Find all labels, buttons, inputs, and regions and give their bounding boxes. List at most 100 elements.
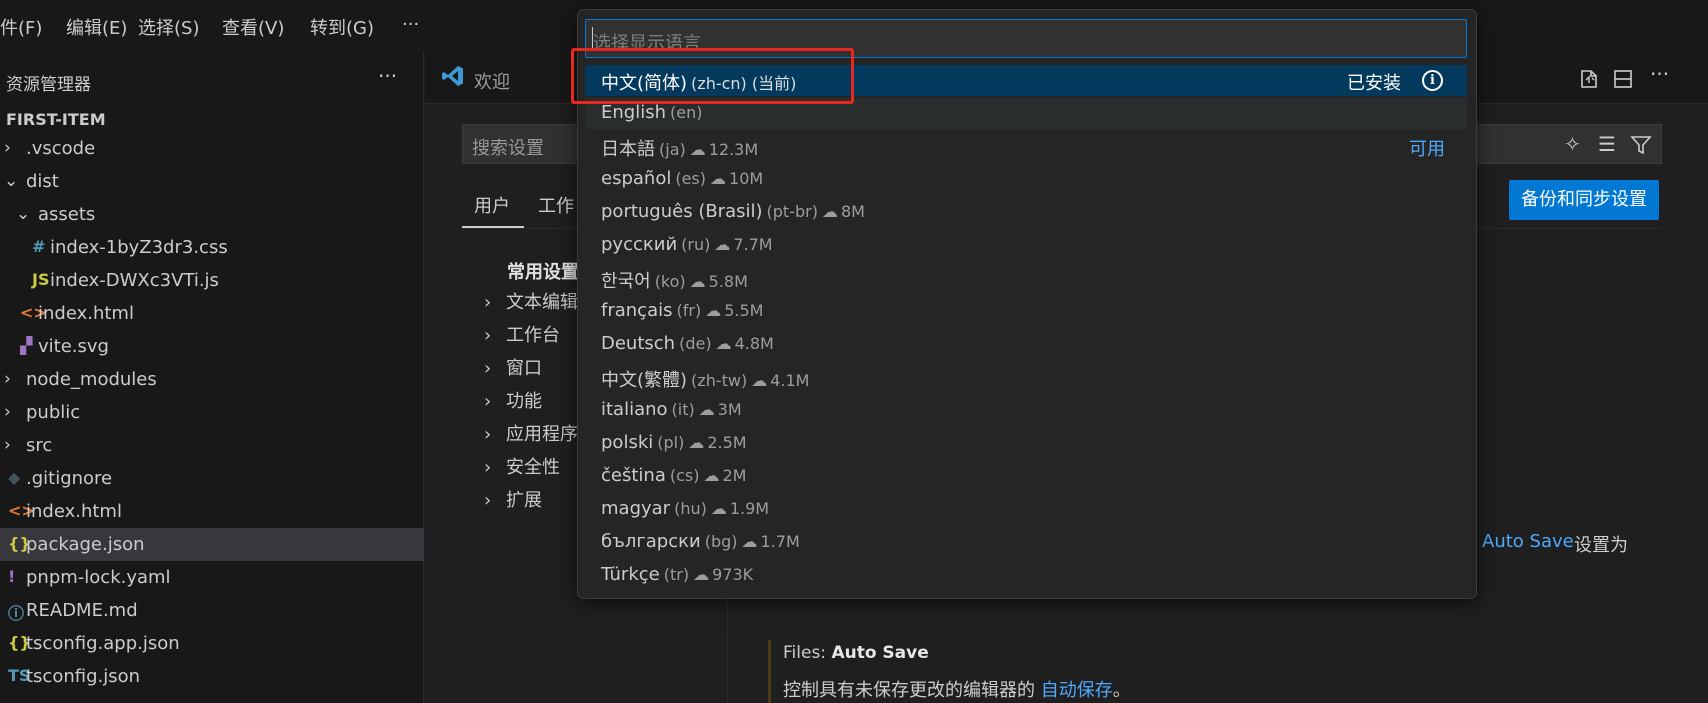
language-option-text: français (fr) ☁ 5.5M	[601, 300, 763, 321]
tab-workspace[interactable]: 工作	[538, 192, 574, 218]
installed-label: 已安装	[1347, 73, 1401, 94]
info-icon[interactable]: i	[1422, 70, 1443, 91]
language-option-text: English (en)	[601, 102, 702, 123]
download-size: 2M	[722, 466, 747, 485]
menu-go[interactable]: 转到(G)	[310, 14, 374, 40]
language-option[interactable]: magyar (hu) ☁ 1.9M	[585, 494, 1467, 525]
tree-item[interactable]: › node_modules	[0, 363, 424, 396]
tree-item[interactable]: ⌄ dist	[0, 165, 424, 198]
tree-item-label: public	[26, 402, 81, 423]
tree-item-label: tsconfig.json	[26, 666, 141, 687]
language-option[interactable]: 한국어 (ko) ☁ 5.8M	[585, 263, 1467, 294]
language-option[interactable]: български (bg) ☁ 1.7M	[585, 527, 1467, 558]
tree-item-label: .vscode	[26, 138, 96, 159]
toc-item[interactable]: › 安全性	[484, 453, 560, 479]
language-option[interactable]: português (Brasil) (pt-br) ☁ 8M	[585, 197, 1467, 228]
tree-item[interactable]: › src	[0, 429, 424, 462]
chevron-right-icon: ›	[484, 424, 492, 445]
auto-save-link[interactable]: Auto Save	[1482, 531, 1574, 552]
download-size: 2.5M	[707, 433, 747, 452]
tree-item[interactable]: ⌄ assets	[0, 198, 424, 231]
cloud-download-icon: ☁	[821, 202, 838, 221]
toc-item[interactable]: › 工作台	[484, 321, 560, 347]
chevron-right-icon: ›	[484, 490, 492, 511]
info-file-icon: ⓘ	[8, 604, 25, 623]
project-title[interactable]: FIRST-ITEM	[6, 110, 106, 129]
chevron-right-icon: ›	[4, 402, 11, 422]
language-option-text: Türkçe (tr) ☁ 973K	[601, 564, 753, 585]
tree-item[interactable]: ! pnpm-lock.yaml	[0, 561, 424, 594]
tree-item[interactable]: <> index.html	[0, 297, 424, 330]
cloud-download-icon: ☁	[705, 301, 722, 320]
toc-item[interactable]: › 文本编辑	[484, 288, 578, 314]
language-option[interactable]: русский (ru) ☁ 7.7M	[585, 230, 1467, 261]
language-option[interactable]: italiano (it) ☁ 3M	[585, 395, 1467, 426]
tree-item-label: .gitignore	[26, 468, 113, 489]
menu-view[interactable]: 查看(V)	[222, 14, 284, 40]
language-name: 日本語	[601, 139, 655, 160]
toc-common-settings[interactable]: 常用设置	[507, 258, 579, 284]
menu-selection[interactable]: 选择(S)	[138, 14, 199, 40]
cloud-download-icon: ☁	[751, 371, 768, 390]
download-size: 5.8M	[708, 272, 748, 291]
language-option[interactable]: Deutsch (de) ☁ 4.8M	[585, 329, 1467, 360]
explorer-more-icon[interactable]: ···	[378, 64, 397, 88]
toc-item[interactable]: › 功能	[484, 387, 542, 413]
language-option[interactable]: français (fr) ☁ 5.5M	[585, 296, 1467, 327]
tree-item[interactable]: JS index-DWXc3VTi.js	[0, 264, 424, 297]
backup-sync-button[interactable]: 备份和同步设置	[1509, 180, 1659, 220]
toc-item[interactable]: › 应用程序	[484, 420, 578, 446]
sparkle-icon[interactable]: ✧	[1564, 132, 1581, 156]
tree-item[interactable]: ◆ .gitignore	[0, 462, 424, 495]
welcome-tab[interactable]: 欢迎	[474, 68, 510, 94]
tree-item[interactable]: {} tsconfig.app.json	[0, 627, 424, 660]
tree-item[interactable]: ⓘ README.md	[0, 594, 424, 627]
tab-user[interactable]: 用户	[474, 192, 510, 218]
cloud-download-icon: ☁	[698, 400, 715, 419]
language-name: čeština	[601, 465, 666, 486]
open-settings-json-icon[interactable]	[1578, 68, 1600, 90]
language-option[interactable]: 日本語 (ja) ☁ 12.3M 可用	[585, 131, 1467, 162]
cloud-download-icon: ☁	[715, 334, 732, 353]
language-name: español	[601, 168, 672, 189]
split-editor-icon[interactable]	[1612, 68, 1634, 90]
menu-edit[interactable]: 编辑(E)	[66, 14, 127, 40]
language-code: (fr)	[676, 301, 702, 320]
chevron-right-icon: ›	[484, 292, 492, 313]
chevron-right-icon: ›	[4, 435, 11, 455]
language-option[interactable]: 中文(繁體) (zh-tw) ☁ 4.1M	[585, 362, 1467, 393]
menu-more-icon[interactable]: ···	[402, 14, 419, 35]
toc-item[interactable]: › 窗口	[484, 354, 542, 380]
language-option-text: čeština (cs) ☁ 2M	[601, 465, 746, 486]
menu-file[interactable]: 件(F)	[0, 14, 42, 40]
tree-item[interactable]: › .vscode	[0, 132, 424, 165]
toc-item[interactable]: › 扩展	[484, 486, 542, 512]
tree-item[interactable]: # index-1byZ3dr3.css	[0, 231, 424, 264]
cloud-download-icon: ☁	[710, 499, 727, 518]
setting-modified-bar	[768, 640, 771, 703]
language-name: português (Brasil)	[601, 201, 763, 222]
language-option-text: Deutsch (de) ☁ 4.8M	[601, 333, 774, 354]
tree-item[interactable]: <> index.html	[0, 495, 424, 528]
setting-description: 控制具有未保存更改的编辑器的 自动保存。	[783, 676, 1131, 702]
tree-item[interactable]: ▞ vite.svg	[0, 330, 424, 363]
setting-title-name: Auto Save	[831, 643, 929, 663]
tree-item-label: pnpm-lock.yaml	[26, 567, 171, 588]
auto-save-desc-link[interactable]: 自动保存	[1041, 680, 1113, 701]
language-option[interactable]: polski (pl) ☁ 2.5M	[585, 428, 1467, 459]
language-code: (cs)	[669, 466, 700, 485]
tree-item[interactable]: TS tsconfig.json	[0, 660, 424, 693]
editor-more-icon[interactable]: ···	[1650, 62, 1669, 86]
language-option[interactable]: Türkçe (tr) ☁ 973K	[585, 560, 1467, 591]
language-code: (pt-br)	[766, 202, 818, 221]
filter-icon[interactable]	[1630, 134, 1652, 156]
tree-item[interactable]: › public	[0, 396, 424, 429]
tree-item[interactable]: {} package.json	[0, 528, 424, 561]
language-option[interactable]: čeština (cs) ☁ 2M	[585, 461, 1467, 492]
toc-item-label: 扩展	[506, 490, 542, 511]
toc-item-label: 窗口	[506, 358, 542, 379]
clear-filter-icon[interactable]: ☰	[1598, 132, 1616, 156]
language-option[interactable]: español (es) ☁ 10M	[585, 164, 1467, 195]
language-name: български	[601, 531, 701, 552]
language-name: polski	[601, 432, 654, 453]
